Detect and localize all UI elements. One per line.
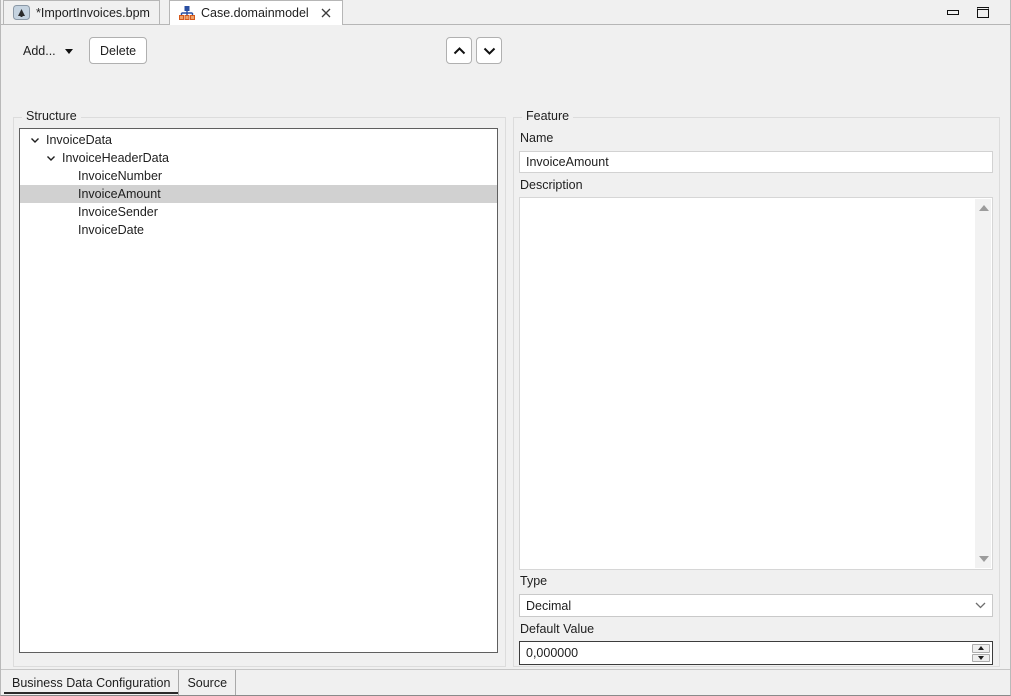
tree-item-label: InvoiceDate <box>78 223 144 237</box>
tree-item-invoicedate[interactable]: InvoiceDate <box>20 221 497 239</box>
bottom-tab-label: Business Data Configuration <box>12 676 170 690</box>
tab-business-data-configuration[interactable]: Business Data Configuration <box>4 670 179 695</box>
minimize-icon[interactable] <box>944 4 962 20</box>
feature-group-legend: Feature <box>522 109 573 123</box>
chevron-down-icon[interactable] <box>30 135 40 145</box>
editor-tab-bar: *ImportInvoices.bpm Case.domainmodel <box>1 0 1010 25</box>
bottom-tab-label: Source <box>187 676 227 690</box>
maximize-icon[interactable] <box>974 4 992 20</box>
triangle-up-icon <box>978 646 984 650</box>
spin-up-button[interactable] <box>972 644 990 653</box>
structure-group: Structure InvoiceData InvoiceHeaderData … <box>13 117 506 667</box>
toolbar: Add... Delete <box>1 26 1010 68</box>
move-down-button[interactable] <box>476 37 502 64</box>
delete-button-label: Delete <box>100 44 136 58</box>
move-up-button[interactable] <box>446 37 472 64</box>
tree-item-invoiceamount[interactable]: InvoiceAmount <box>20 185 497 203</box>
name-label: Name <box>520 131 553 145</box>
tree-item-label: InvoiceData <box>46 133 112 147</box>
name-input[interactable] <box>519 151 993 173</box>
tab-case-domainmodel[interactable]: Case.domainmodel <box>169 0 343 25</box>
tree-item-label: InvoiceAmount <box>78 187 161 201</box>
description-box <box>519 197 993 570</box>
chevron-down-icon[interactable] <box>46 153 56 163</box>
spinner-buttons <box>971 643 991 663</box>
chevron-down-icon <box>65 49 73 54</box>
description-input[interactable] <box>520 198 974 569</box>
type-select-value: Decimal <box>526 599 571 613</box>
spin-down-button[interactable] <box>972 654 990 663</box>
default-value-label: Default Value <box>520 622 594 636</box>
scroll-down-icon[interactable] <box>979 556 989 562</box>
tab-import-invoices[interactable]: *ImportInvoices.bpm <box>3 0 160 24</box>
tab-source[interactable]: Source <box>179 670 236 695</box>
close-icon[interactable] <box>319 6 333 20</box>
tree-item-invoicesender[interactable]: InvoiceSender <box>20 203 497 221</box>
tree-item-label: InvoiceSender <box>78 205 158 219</box>
description-label: Description <box>520 178 583 192</box>
tree-item-invoicedata[interactable]: InvoiceData <box>20 131 497 149</box>
structure-group-legend: Structure <box>22 109 81 123</box>
chevron-down-icon <box>975 602 986 609</box>
type-select[interactable]: Decimal <box>519 594 993 617</box>
add-dropdown-button[interactable]: Add... <box>19 38 77 64</box>
structure-tree: InvoiceData InvoiceHeaderData InvoiceNum… <box>19 128 498 653</box>
domainmodel-icon <box>179 5 195 21</box>
tab-label: Case.domainmodel <box>201 6 309 20</box>
tree-item-invoicenumber[interactable]: InvoiceNumber <box>20 167 497 185</box>
triangle-down-icon <box>978 656 984 660</box>
tree-item-label: InvoiceNumber <box>78 169 162 183</box>
feature-group: Feature Name Description Type Decimal De… <box>513 117 1000 667</box>
scroll-up-icon[interactable] <box>979 205 989 211</box>
tab-label: *ImportInvoices.bpm <box>36 6 150 20</box>
default-value-input[interactable] <box>520 642 968 664</box>
default-value-spinner <box>519 641 993 665</box>
chevron-down-icon <box>483 47 496 55</box>
delete-button[interactable]: Delete <box>89 37 147 64</box>
type-label: Type <box>520 574 547 588</box>
editor-window: *ImportInvoices.bpm Case.domainmodel A <box>0 0 1011 696</box>
tree-item-invoiceheaderdata[interactable]: InvoiceHeaderData <box>20 149 497 167</box>
description-scrollbar[interactable] <box>975 199 991 568</box>
chevron-up-icon <box>453 47 466 55</box>
bpm-file-icon <box>13 5 30 20</box>
bottom-tab-bar: Business Data Configuration Source <box>1 669 1010 695</box>
add-button-label: Add... <box>23 44 56 58</box>
tree-item-label: InvoiceHeaderData <box>62 151 169 165</box>
